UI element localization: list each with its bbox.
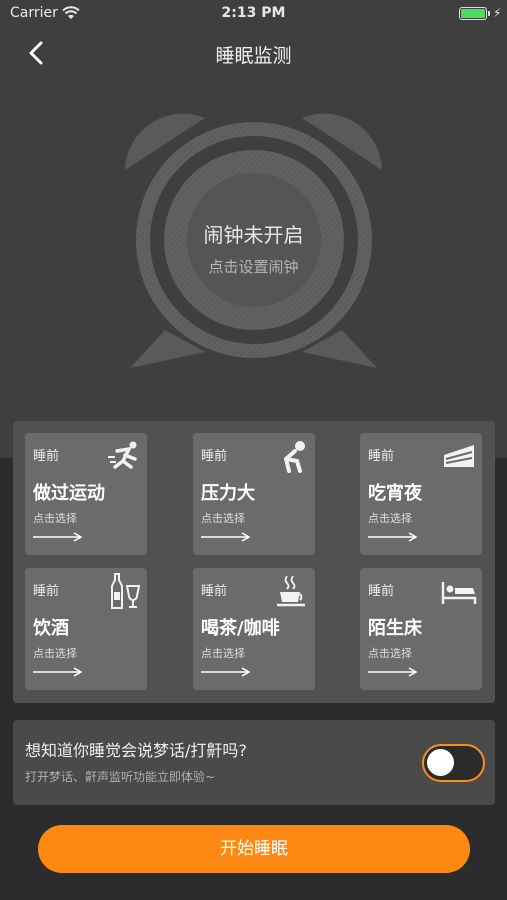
- charging-icon: ⚡: [493, 6, 502, 20]
- card-prefix: 睡前: [33, 584, 60, 599]
- arrow-right-icon: [201, 667, 251, 677]
- wine-icon: [111, 573, 141, 609]
- card-prefix: 睡前: [201, 584, 228, 599]
- page-title: 睡眠监测: [215, 45, 292, 67]
- bed-icon: [441, 582, 477, 604]
- card-hint: 点击选择: [368, 647, 412, 660]
- card-title: 吃宵夜: [368, 483, 422, 504]
- battery-icon: [459, 7, 487, 20]
- card-title: 压力大: [201, 483, 255, 504]
- running-icon: [108, 441, 137, 469]
- battery-cap: [488, 11, 490, 16]
- card-title: 饮酒: [33, 618, 69, 639]
- toggle-knob: [427, 749, 454, 776]
- card-exercise[interactable]: 睡前 做过运动 点击选择: [25, 433, 147, 555]
- pre-sleep-grid: 睡前 做过运动 点击选择 睡前 压力大 点击选择 睡前 吃宵夜 点击选择 睡前 …: [13, 421, 495, 703]
- card-alcohol[interactable]: 睡前 饮酒 点击选择: [25, 568, 147, 690]
- alarm-hint[interactable]: 点击设置闹钟: [0, 256, 507, 277]
- card-stress[interactable]: 睡前 压力大 点击选择: [193, 433, 315, 555]
- card-prefix: 睡前: [368, 584, 395, 599]
- coffee-icon: [277, 575, 305, 607]
- clock-time: 2:13 PM: [221, 5, 286, 21]
- dream-talk-subtitle: 打开梦话、鼾声监听功能立即体验~: [25, 770, 216, 784]
- dream-talk-panel: 想知道你睡觉会说梦话/打鼾吗? 打开梦话、鼾声监听功能立即体验~: [13, 720, 495, 805]
- arrow-right-icon: [33, 667, 83, 677]
- stress-icon: [283, 441, 305, 473]
- dream-talk-toggle[interactable]: [422, 744, 485, 782]
- start-sleep-button[interactable]: 开始睡眠: [38, 825, 470, 873]
- card-hint: 点击选择: [368, 512, 412, 525]
- card-prefix: 睡前: [201, 449, 228, 464]
- arrow-right-icon: [33, 532, 83, 542]
- card-hint: 点击选择: [33, 512, 77, 525]
- card-title: 陌生床: [368, 618, 422, 639]
- alarm-status: 闹钟未开启: [203, 223, 304, 247]
- card-hint: 点击选择: [201, 647, 245, 660]
- card-title: 做过运动: [33, 483, 105, 504]
- card-prefix: 睡前: [33, 449, 60, 464]
- arrow-right-icon: [201, 532, 251, 542]
- card-title: 喝茶/咖啡: [201, 618, 280, 639]
- status-bar: Carrier 2:13 PM ⚡: [0, 0, 507, 28]
- arrow-right-icon: [368, 532, 418, 542]
- card-hint: 点击选择: [201, 512, 245, 525]
- card-late-snack[interactable]: 睡前 吃宵夜 点击选择: [360, 433, 482, 555]
- card-hint: 点击选择: [33, 647, 77, 660]
- cake-icon: [444, 445, 474, 467]
- card-tea-coffee[interactable]: 睡前 喝茶/咖啡 点击选择: [193, 568, 315, 690]
- card-prefix: 睡前: [368, 449, 395, 464]
- dream-talk-title: 想知道你睡觉会说梦话/打鼾吗?: [25, 741, 247, 760]
- arrow-right-icon: [368, 667, 418, 677]
- card-strange-bed[interactable]: 睡前 陌生床 点击选择: [360, 568, 482, 690]
